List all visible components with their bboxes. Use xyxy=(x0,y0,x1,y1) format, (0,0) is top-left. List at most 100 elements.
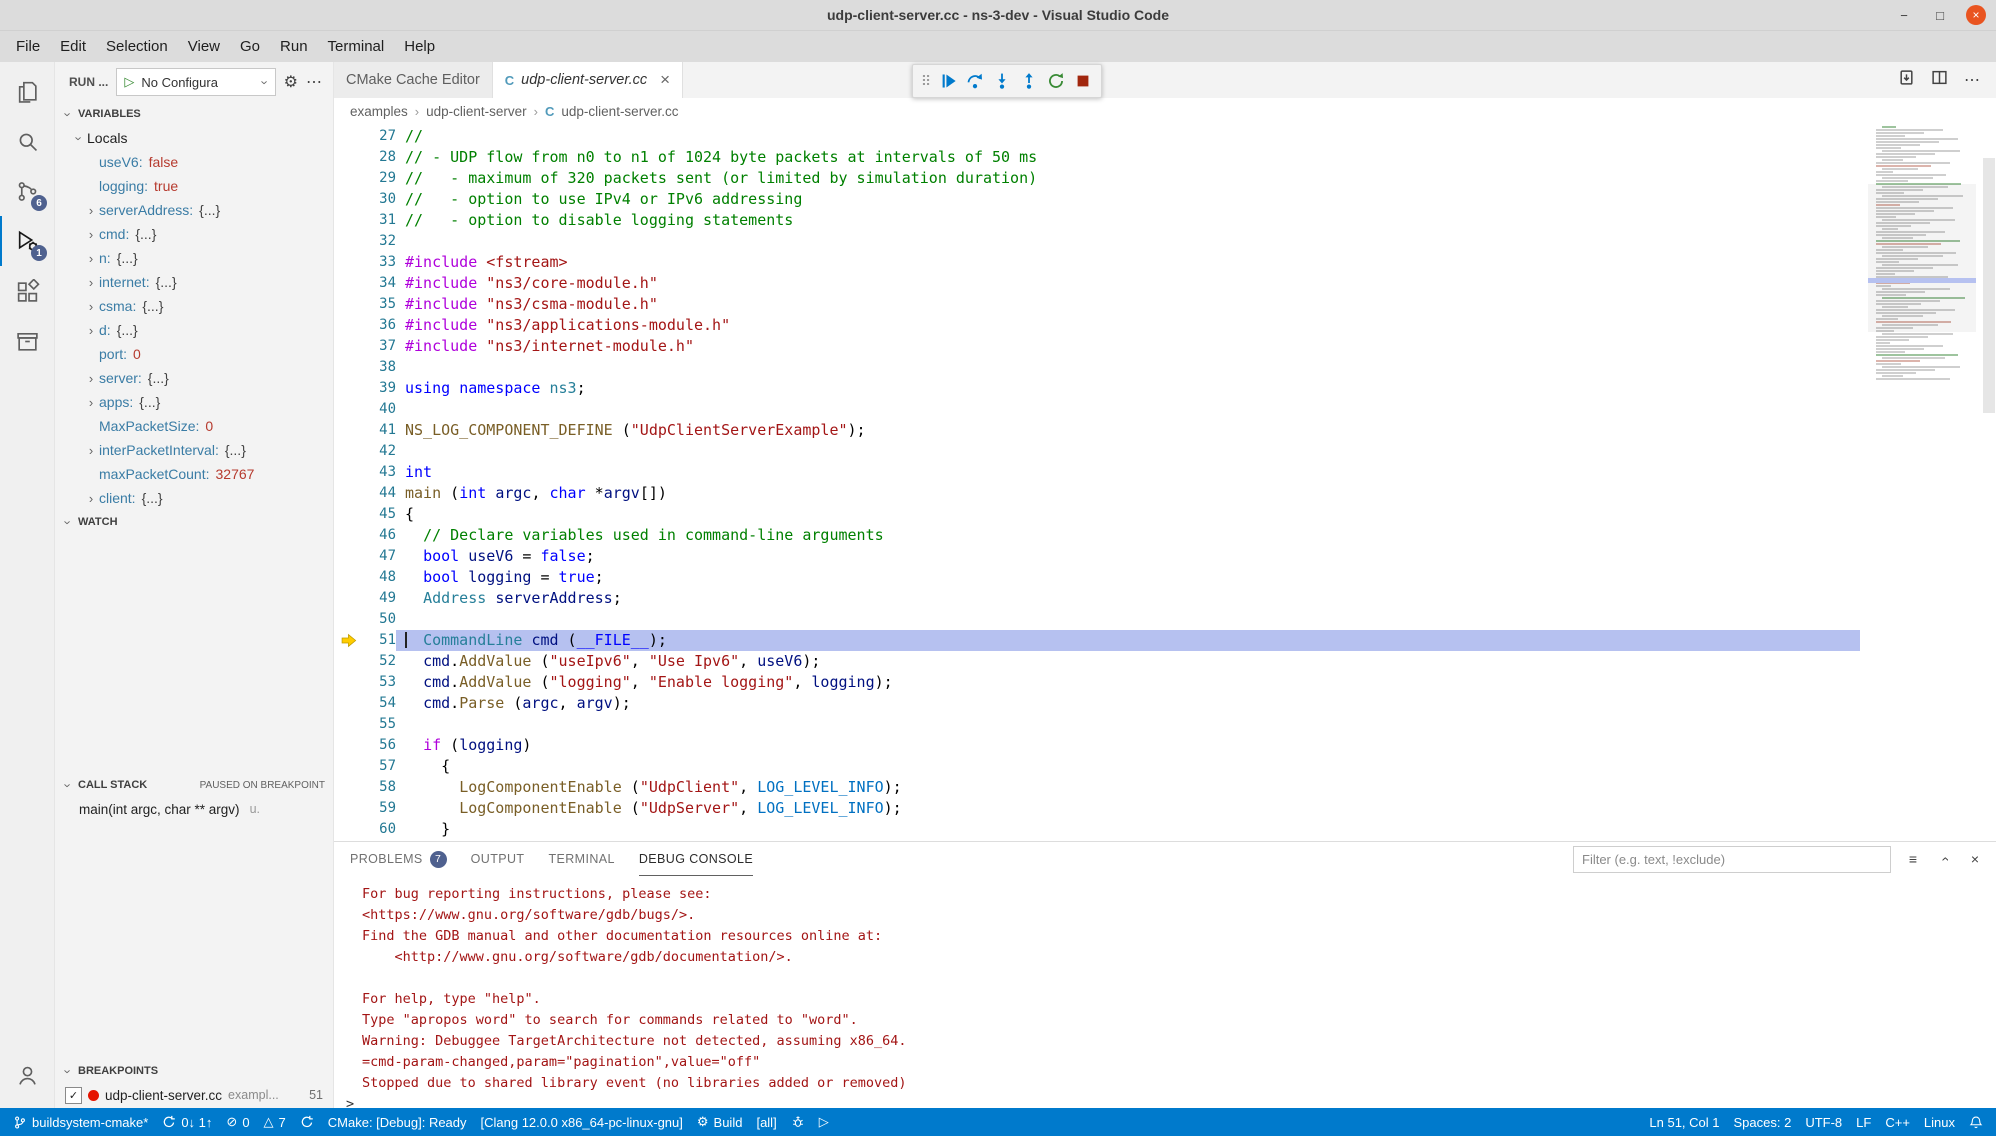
variable-row[interactable]: ›MaxPacketSize:0 xyxy=(55,414,333,438)
code-line[interactable]: 49 Address serverAddress; xyxy=(334,588,1860,609)
close-panel-icon[interactable]: × xyxy=(1966,851,1984,867)
variable-row[interactable]: ›Locals xyxy=(55,126,333,150)
cmake-build-status[interactable]: ⚙Build xyxy=(690,1108,750,1136)
maximize-icon[interactable]: □ xyxy=(1930,5,1950,25)
code-line[interactable]: 48 bool logging = true; xyxy=(334,567,1860,588)
chevron-right-icon[interactable]: › xyxy=(83,323,99,338)
cursor-position-status[interactable]: Ln 51, Col 1 xyxy=(1642,1108,1726,1136)
code-line[interactable]: 35#include "ns3/csma-module.h" xyxy=(334,294,1860,315)
chevron-right-icon[interactable]: › xyxy=(83,203,99,218)
code-line[interactable]: 61 xyxy=(334,840,1860,841)
watch-section-header[interactable]: › WATCH xyxy=(55,510,333,534)
code-line[interactable]: 51 CommandLine cmd (__FILE__); xyxy=(334,630,1860,651)
breakpoints-section-header[interactable]: › BREAKPOINTS xyxy=(55,1060,333,1082)
chevron-right-icon[interactable]: › xyxy=(83,491,99,506)
code-line[interactable]: 60 } xyxy=(334,819,1860,840)
code-line[interactable]: 37#include "ns3/internet-module.h" xyxy=(334,336,1860,357)
editor-tab[interactable]: CMake Cache Editor xyxy=(334,62,493,98)
variable-row[interactable]: ›port:0 xyxy=(55,342,333,366)
variable-row[interactable]: ›d:{...} xyxy=(55,318,333,342)
language-status[interactable]: C++ xyxy=(1878,1108,1917,1136)
code-editor[interactable]: 27//28// - UDP flow from n0 to n1 of 102… xyxy=(334,124,1996,841)
cmake-launch-status[interactable]: ▷ xyxy=(812,1108,836,1136)
code-line[interactable]: 41NS_LOG_COMPONENT_DEFINE ("UdpClientSer… xyxy=(334,420,1860,441)
explorer-icon[interactable] xyxy=(0,66,54,116)
stop-icon[interactable] xyxy=(1069,68,1096,95)
panel-tab-problems[interactable]: PROBLEMS7 xyxy=(350,842,447,876)
close-icon[interactable]: × xyxy=(660,70,670,90)
code-line[interactable]: 31// - option to disable logging stateme… xyxy=(334,210,1860,231)
maximize-panel-icon[interactable]: › xyxy=(1936,850,1952,868)
code-line[interactable]: 56 if (logging) xyxy=(334,735,1860,756)
code-line[interactable]: 53 cmd.AddValue ("logging", "Enable logg… xyxy=(334,672,1860,693)
package-icon[interactable] xyxy=(0,316,54,366)
code-line[interactable]: 58 LogComponentEnable ("UdpClient", LOG_… xyxy=(334,777,1860,798)
notifications-status[interactable] xyxy=(1962,1108,1990,1136)
run-and-debug-icon[interactable]: 1 xyxy=(0,216,54,266)
restart-icon[interactable] xyxy=(1042,68,1069,95)
chevron-right-icon[interactable]: › xyxy=(83,275,99,290)
panel-tab-output[interactable]: OUTPUT xyxy=(471,842,525,876)
cmake-status[interactable]: CMake: [Debug]: Ready xyxy=(321,1108,474,1136)
code-line[interactable]: 40 xyxy=(334,399,1860,420)
close-icon[interactable]: × xyxy=(1966,5,1986,25)
code-line[interactable]: 44main (int argc, char *argv[]) xyxy=(334,483,1860,504)
variable-row[interactable]: ›internet:{...} xyxy=(55,270,333,294)
git-sync-status[interactable]: 0↓ 1↑ xyxy=(155,1108,219,1136)
variable-row[interactable]: ›client:{...} xyxy=(55,486,333,510)
code-line[interactable]: 54 cmd.Parse (argc, argv); xyxy=(334,693,1860,714)
chevron-right-icon[interactable]: › xyxy=(83,251,99,266)
call-stack-frame[interactable]: main(int argc, char ** argv) u. xyxy=(55,797,333,821)
code-line[interactable]: 29// - maximum of 320 packets sent (or l… xyxy=(334,168,1860,189)
menu-item-run[interactable]: Run xyxy=(270,34,318,59)
scrollbar-thumb[interactable] xyxy=(1983,158,1995,413)
chevron-right-icon[interactable]: › xyxy=(83,299,99,314)
breakpoint-checkbox[interactable]: ✓ xyxy=(65,1087,82,1104)
cmake-refresh-status[interactable] xyxy=(293,1108,321,1136)
code-line[interactable]: 52 cmd.AddValue ("useIpv6", "Use Ipv6", … xyxy=(334,651,1860,672)
indentation-status[interactable]: Spaces: 2 xyxy=(1727,1108,1799,1136)
code-line[interactable]: 42 xyxy=(334,441,1860,462)
more-actions-icon[interactable]: ⋯ xyxy=(1964,70,1980,90)
variable-row[interactable]: ›apps:{...} xyxy=(55,390,333,414)
code-line[interactable]: 47 bool useV6 = false; xyxy=(334,546,1860,567)
call-stack-section-header[interactable]: › CALL STACK PAUSED ON BREAKPOINT xyxy=(55,773,333,797)
split-editor-icon[interactable] xyxy=(1931,69,1948,91)
search-icon[interactable] xyxy=(0,116,54,166)
minimize-icon[interactable]: − xyxy=(1894,5,1914,25)
panel-tab-terminal[interactable]: TERMINAL xyxy=(548,842,614,876)
code-line[interactable]: 57 { xyxy=(334,756,1860,777)
errors-status[interactable]: ⊘0 xyxy=(219,1108,256,1136)
chevron-right-icon[interactable]: › xyxy=(83,227,99,242)
code-line[interactable]: 32 xyxy=(334,231,1860,252)
variable-row[interactable]: ›cmd:{...} xyxy=(55,222,333,246)
filter-icon[interactable]: ≡ xyxy=(1904,851,1922,867)
panel-tab-debug-console[interactable]: DEBUG CONSOLE xyxy=(639,842,753,876)
git-branch-status[interactable]: buildsystem-cmake* xyxy=(6,1108,155,1136)
menu-item-edit[interactable]: Edit xyxy=(50,34,96,59)
menu-item-file[interactable]: File xyxy=(6,34,50,59)
console-filter-input[interactable] xyxy=(1573,846,1891,873)
variables-section-header[interactable]: › VARIABLES xyxy=(55,102,333,126)
cmake-kit-status[interactable]: [Clang 12.0.0 x86_64-pc-linux-gnu] xyxy=(474,1108,690,1136)
gear-icon[interactable]: ⚙ xyxy=(284,72,298,92)
step-into-icon[interactable] xyxy=(988,68,1015,95)
step-over-icon[interactable] xyxy=(961,68,988,95)
step-out-icon[interactable] xyxy=(1015,68,1042,95)
variable-row[interactable]: ›server:{...} xyxy=(55,366,333,390)
more-actions-icon[interactable]: ⋯ xyxy=(306,72,323,92)
cmake-debug-status[interactable] xyxy=(784,1108,812,1136)
debug-continue-icon[interactable] xyxy=(934,68,961,95)
code-line[interactable]: 27// xyxy=(334,126,1860,147)
debug-config-dropdown[interactable]: ▷ No Configura › xyxy=(116,68,275,96)
start-debug-icon[interactable]: ▷ xyxy=(124,74,134,90)
menu-item-selection[interactable]: Selection xyxy=(96,34,178,59)
minimap[interactable] xyxy=(1872,126,1972,841)
code-line[interactable]: 30// - option to use IPv4 or IPv6 addres… xyxy=(334,189,1860,210)
os-status[interactable]: Linux xyxy=(1917,1108,1962,1136)
chevron-right-icon[interactable]: › xyxy=(83,443,99,458)
console-prompt[interactable]: > xyxy=(346,1094,1996,1108)
cmake-target-status[interactable]: [all] xyxy=(749,1108,783,1136)
variable-row[interactable]: ›csma:{...} xyxy=(55,294,333,318)
chevron-right-icon[interactable]: › xyxy=(83,395,99,410)
